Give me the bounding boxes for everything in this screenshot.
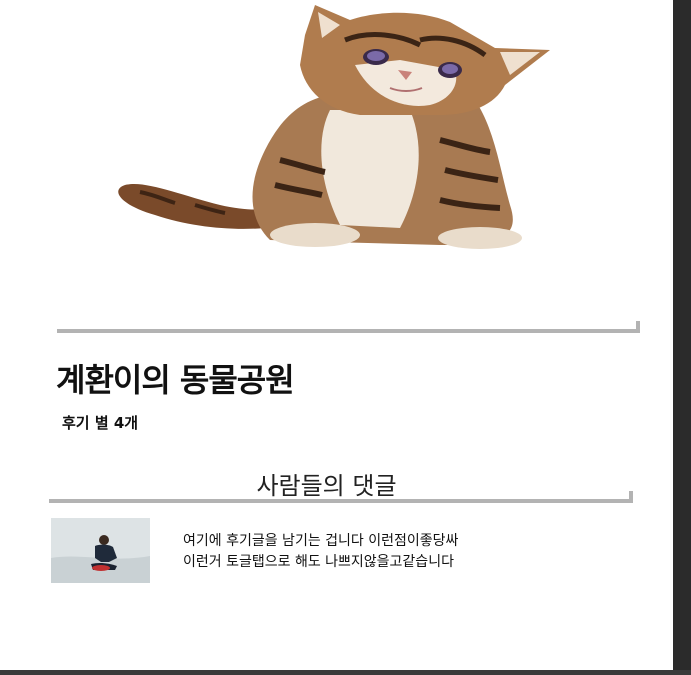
page: 계환이의 동물공원 후기 별 4개 사람들의 댓글 여기에 후기글을 남기는 겁… xyxy=(0,0,673,670)
page-title: 계환이의 동물공원 xyxy=(56,361,295,399)
comment-thumbnail xyxy=(51,518,150,583)
window-bottom-edge xyxy=(0,670,691,675)
comments-heading: 사람들의 댓글 xyxy=(256,472,397,500)
comment-line-2: 이런거 토글탭으로 해도 나쁘지않을고같습니다 xyxy=(183,554,454,570)
review-count: 후기 별 4개 xyxy=(62,414,139,432)
top-divider xyxy=(57,321,640,333)
comments-divider xyxy=(49,491,633,503)
kitten-image xyxy=(118,5,550,249)
comment-text: 여기에 후기글을 남기는 겁니다 이런점이좋당싸 이런거 토글탭으로 해도 나쁘… xyxy=(183,531,563,573)
comment-line-1: 여기에 후기글을 남기는 겁니다 이런점이좋당싸 xyxy=(183,533,459,549)
